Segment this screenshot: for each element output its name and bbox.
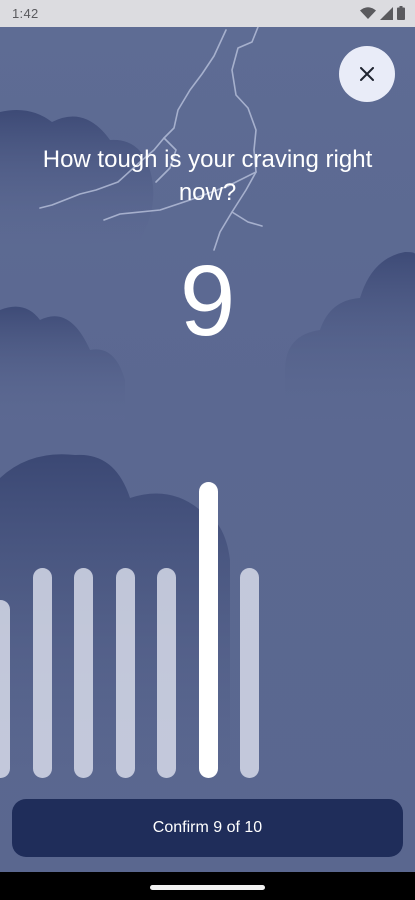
- selected-score: 9: [179, 245, 236, 357]
- intensity-bar-8[interactable]: [157, 568, 176, 778]
- craving-rating-screen: 1:42 How tough is your craving right now…: [0, 0, 415, 900]
- intensity-bar-4[interactable]: [0, 600, 10, 778]
- intensity-bar-7[interactable]: [115, 568, 135, 778]
- close-icon: [360, 67, 374, 81]
- intensity-bar-10[interactable]: [240, 568, 259, 778]
- status-bar: 1:42: [0, 0, 415, 27]
- status-icons: [360, 6, 405, 20]
- close-button[interactable]: [339, 46, 395, 102]
- intensity-bar-6[interactable]: [74, 568, 93, 778]
- signal-icon: [380, 6, 393, 20]
- intensity-bar-9[interactable]: [198, 482, 218, 778]
- confirm-button[interactable]: Confirm 9 of 10: [12, 799, 403, 857]
- navigation-bar: [0, 872, 415, 900]
- wifi-icon: [360, 6, 376, 19]
- status-time: 1:42: [12, 6, 39, 21]
- battery-icon: [397, 6, 405, 20]
- home-handle[interactable]: [150, 885, 265, 890]
- intensity-bar-5[interactable]: [32, 568, 52, 778]
- craving-question: How tough is your craving right now?: [42, 146, 373, 206]
